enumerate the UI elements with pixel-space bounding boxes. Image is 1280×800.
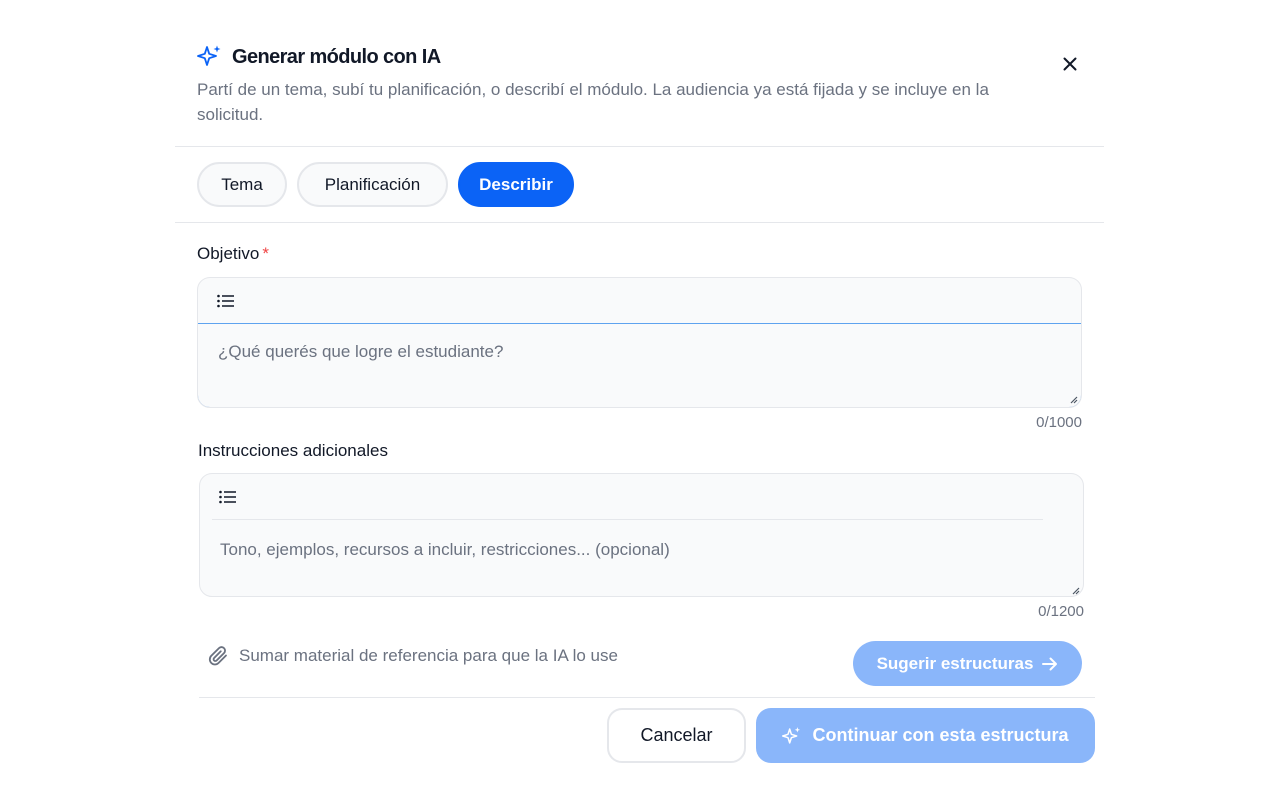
attach-reference-button[interactable]: Sumar material de referencia para que la… [208,643,618,669]
header-divider [175,146,1104,147]
suggest-label: Sugerir estructuras [876,653,1034,673]
paperclip-icon [208,645,230,667]
list-icon[interactable] [217,294,235,308]
instructions-placeholder: Tono, ejemplos, recursos a incluir, rest… [220,540,670,559]
objective-textarea[interactable]: ¿Qué querés que logre el estudiante? [198,323,1081,407]
objective-toolbar [198,278,1081,323]
cancel-button[interactable]: Cancelar [607,708,746,763]
objective-editor: ¿Qué querés que logre el estudiante? [197,277,1082,408]
tab-label: Describir [479,174,553,194]
continue-label: Continuar con esta estructura [812,725,1069,745]
tab-label: Tema [221,174,263,194]
objective-counter: 0/1000 [1036,414,1082,431]
instructions-editor: Tono, ejemplos, recursos a incluir, rest… [199,473,1084,597]
tab-describir[interactable]: Describir [458,162,574,207]
instructions-toolbar [212,474,1043,520]
sparkles-icon [197,44,223,70]
attach-label: Sumar material de referencia para que la… [239,646,618,665]
tabs-divider [175,222,1104,223]
objective-label-text: Objetivo [197,244,260,263]
tab-label: Planificación [324,174,421,194]
dialog-subtitle: Partí de un tema, subí tu planificación,… [197,80,989,124]
close-icon [1063,57,1077,76]
footer-divider [199,697,1095,698]
list-icon[interactable] [219,490,237,504]
sparkles-icon [782,726,802,746]
instructions-textarea[interactable]: Tono, ejemplos, recursos a incluir, rest… [200,520,1083,596]
continue-button[interactable]: Continuar con esta estructura [756,708,1095,763]
instructions-label: Instrucciones adicionales [198,441,388,460]
objective-label: Objetivo * [197,244,269,264]
dialog-header: Generar módulo con IA [197,42,441,72]
resize-grip-icon[interactable] [1070,396,1078,404]
resize-grip-icon[interactable] [1072,587,1080,595]
tab-tema[interactable]: Tema [197,162,287,207]
dialog-title: Generar módulo con IA [232,45,441,68]
tab-planificacion[interactable]: Planificación [297,162,448,207]
suggest-structures-button[interactable]: Sugerir estructuras [853,641,1082,686]
instructions-counter: 0/1200 [1038,603,1084,620]
cancel-label: Cancelar [640,725,713,745]
arrow-right-icon [1042,657,1058,671]
close-button[interactable] [1058,54,1082,78]
objective-placeholder: ¿Qué querés que logre el estudiante? [218,342,504,361]
required-mark: * [262,244,269,263]
